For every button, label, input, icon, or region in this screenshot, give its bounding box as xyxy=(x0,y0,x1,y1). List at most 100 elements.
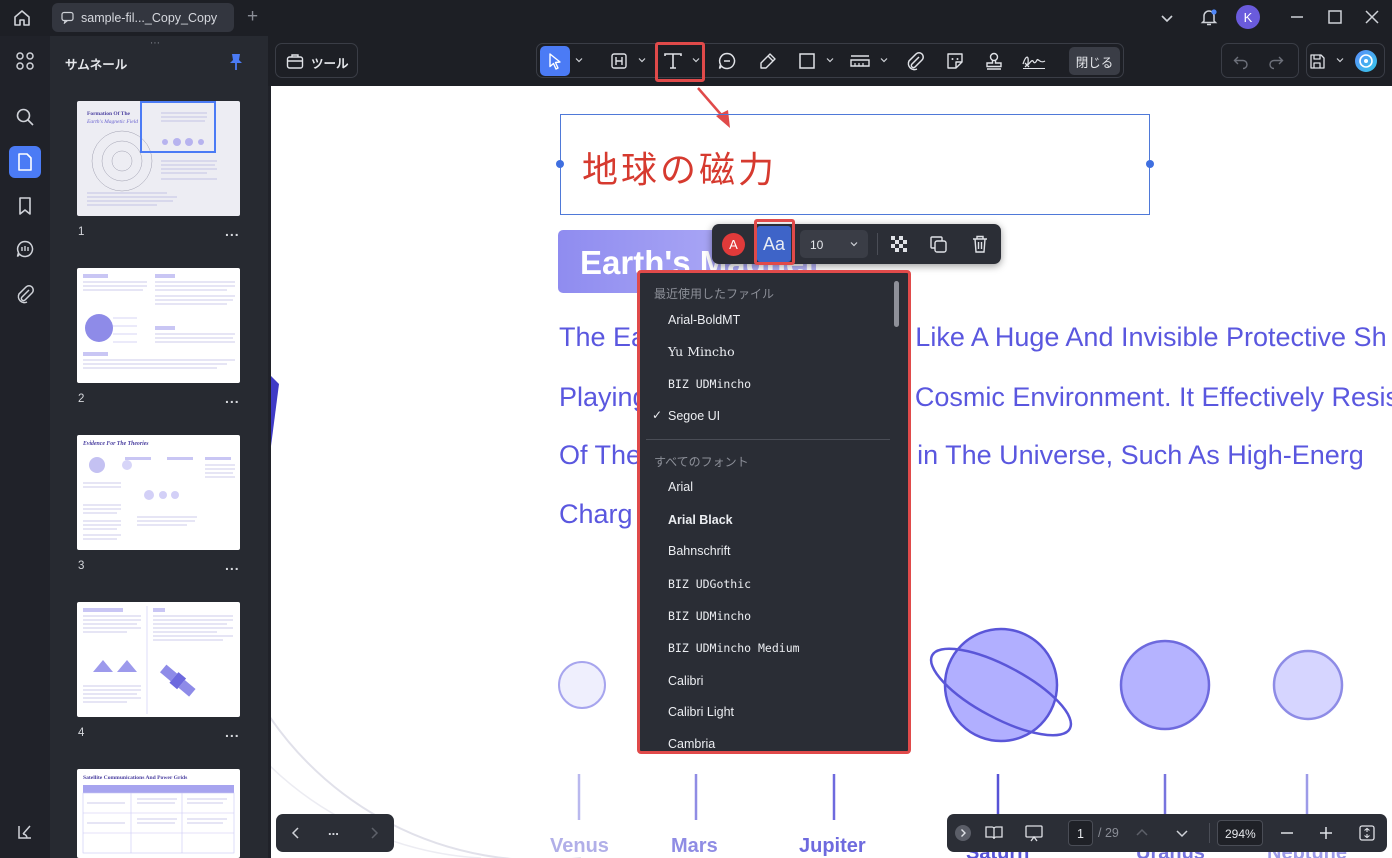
attachment-icon[interactable] xyxy=(9,278,41,310)
stamp-tool-button[interactable] xyxy=(979,46,1009,76)
font-option[interactable]: Arial Black xyxy=(668,513,733,527)
thumb-3-graphic xyxy=(83,457,235,540)
undo-icon[interactable] xyxy=(1226,46,1256,76)
duplicate-icon[interactable] xyxy=(929,235,948,254)
thumb-4-graphic xyxy=(83,606,233,714)
font-option[interactable]: Arial xyxy=(668,480,693,494)
chevron-down-icon xyxy=(850,242,858,247)
delete-icon[interactable] xyxy=(971,234,989,254)
signature-tool-button[interactable] xyxy=(1019,46,1049,76)
highlighter-tool-button[interactable] xyxy=(753,46,783,76)
chevron-left-icon[interactable] xyxy=(290,826,302,840)
zoom-out-icon[interactable] xyxy=(1280,826,1294,840)
page-thumbnail-5[interactable]: Satellite Communications And Power Grids xyxy=(77,769,240,858)
thumb-5-graphic xyxy=(82,785,235,854)
dropdown-scrollbar[interactable] xyxy=(894,281,899,327)
page-thumbnail-3[interactable]: Evidence For The Theories xyxy=(77,435,240,550)
more-options-button[interactable]: ... xyxy=(328,823,339,838)
fit-page-icon[interactable] xyxy=(1358,824,1376,842)
chevron-down-icon[interactable] xyxy=(1336,56,1344,64)
annotation-text[interactable]: 地球の磁力 xyxy=(582,141,777,193)
document-tab[interactable]: sample-fil..._Copy_Copy xyxy=(52,3,234,32)
bookmark-icon[interactable] xyxy=(9,190,41,222)
main-toolbar: ツール 閉じる xyxy=(268,36,1392,86)
text-color-button[interactable]: A xyxy=(722,233,745,256)
shape-tool-button[interactable] xyxy=(792,46,822,76)
planet-label: Mars xyxy=(671,835,718,857)
form-field-button[interactable] xyxy=(604,46,634,76)
tools-button[interactable]: ツール xyxy=(275,43,358,78)
panel-drag-handle[interactable]: ⋯ xyxy=(150,38,161,49)
chat-icon xyxy=(61,11,74,24)
new-tab-button[interactable]: + xyxy=(247,6,258,28)
thumb-more-button[interactable]: ... xyxy=(225,390,240,406)
thumb-more-button[interactable]: ... xyxy=(225,557,240,573)
settings-side-icon[interactable] xyxy=(9,816,41,848)
home-icon[interactable] xyxy=(11,7,33,29)
font-option[interactable]: Cambria xyxy=(668,737,715,751)
thumb-number: 1 xyxy=(78,226,85,238)
close-window-icon[interactable] xyxy=(1364,9,1380,25)
page-thumbnail-4[interactable] xyxy=(77,602,240,717)
font-option[interactable]: Calibri Light xyxy=(668,705,734,719)
apps-grid-icon[interactable] xyxy=(9,45,41,77)
font-size-select[interactable]: 10 xyxy=(800,230,868,258)
stamp-measure-button[interactable] xyxy=(845,46,875,76)
font-option[interactable]: Yu Mincho xyxy=(668,344,735,359)
font-option[interactable]: BIZ UDGothic xyxy=(668,577,751,591)
tab-title: sample-fil..._Copy_Copy xyxy=(81,10,218,25)
ai-assistant-icon[interactable] xyxy=(1355,50,1377,72)
font-option[interactable]: Arial-BoldMT xyxy=(668,313,740,327)
close-annotation-button[interactable]: 閉じる xyxy=(1069,47,1120,75)
zoom-in-icon[interactable] xyxy=(1319,826,1333,840)
redo-icon[interactable] xyxy=(1261,46,1291,76)
sticker-tool-button[interactable] xyxy=(940,46,970,76)
chevron-down-icon[interactable] xyxy=(880,56,888,64)
font-option-selected[interactable]: Segoe UI xyxy=(668,409,720,423)
zoom-input[interactable]: 294% xyxy=(1217,820,1263,846)
font-option[interactable]: Bahnschrift xyxy=(668,544,731,558)
planet-label: Venus xyxy=(550,835,609,857)
thumb-more-button[interactable]: ... xyxy=(225,724,240,740)
thumbnail-panel: ⋯ サムネール Formation Of The Earth's Magneti… xyxy=(50,36,268,858)
attachment-tool-button[interactable] xyxy=(900,46,930,76)
presentation-icon[interactable] xyxy=(1024,824,1044,842)
save-icon[interactable] xyxy=(1302,46,1332,76)
bell-icon[interactable] xyxy=(1198,6,1220,28)
font-option[interactable]: Calibri xyxy=(668,674,703,688)
transparency-icon[interactable] xyxy=(891,236,907,252)
comment-tool-button[interactable] xyxy=(712,46,742,76)
font-button-highlight xyxy=(754,219,795,265)
reading-mode-icon[interactable] xyxy=(984,824,1004,842)
resize-handle[interactable] xyxy=(556,160,564,168)
thumbnails-icon[interactable] xyxy=(9,146,41,178)
search-icon[interactable] xyxy=(9,101,41,133)
select-tool-button[interactable] xyxy=(540,46,570,76)
collapse-icon[interactable] xyxy=(955,825,971,841)
resize-handle[interactable] xyxy=(1146,160,1154,168)
font-option[interactable]: BIZ UDMincho xyxy=(668,377,751,391)
tools-label: ツール xyxy=(311,57,349,71)
comment-icon[interactable] xyxy=(9,233,41,265)
font-option[interactable]: BIZ UDMincho xyxy=(668,609,751,623)
chevron-down-icon[interactable] xyxy=(826,56,834,64)
chevron-down-icon[interactable] xyxy=(575,56,583,64)
chevron-down-icon[interactable] xyxy=(1175,826,1189,840)
page-thumbnail-2[interactable] xyxy=(77,268,240,383)
page-nav-bar: ... xyxy=(276,814,394,852)
maximize-icon[interactable] xyxy=(1327,9,1343,25)
avatar[interactable]: K xyxy=(1236,5,1260,29)
font-option[interactable]: BIZ UDMincho Medium xyxy=(668,641,800,655)
pin-icon[interactable] xyxy=(228,53,244,71)
thumb-more-button[interactable]: ... xyxy=(225,223,240,239)
chevron-up-icon[interactable] xyxy=(1135,826,1149,840)
minimize-icon[interactable] xyxy=(1289,9,1305,25)
text-annotation-box[interactable]: 地球の磁力 xyxy=(556,114,1154,215)
page-thumbnail-1[interactable]: Formation Of The Earth's Magnetic Field xyxy=(77,101,240,216)
font-dropdown[interactable]: 最近使用したファイル Arial-BoldMT Yu Mincho BIZ UD… xyxy=(637,270,911,754)
chevron-down-icon[interactable] xyxy=(1160,11,1174,25)
page-number-input[interactable]: 1 xyxy=(1068,820,1093,846)
text-format-toolbar: A Aa 10 xyxy=(712,219,1001,265)
chevron-right-icon[interactable] xyxy=(368,826,380,840)
chevron-down-icon[interactable] xyxy=(638,56,646,64)
